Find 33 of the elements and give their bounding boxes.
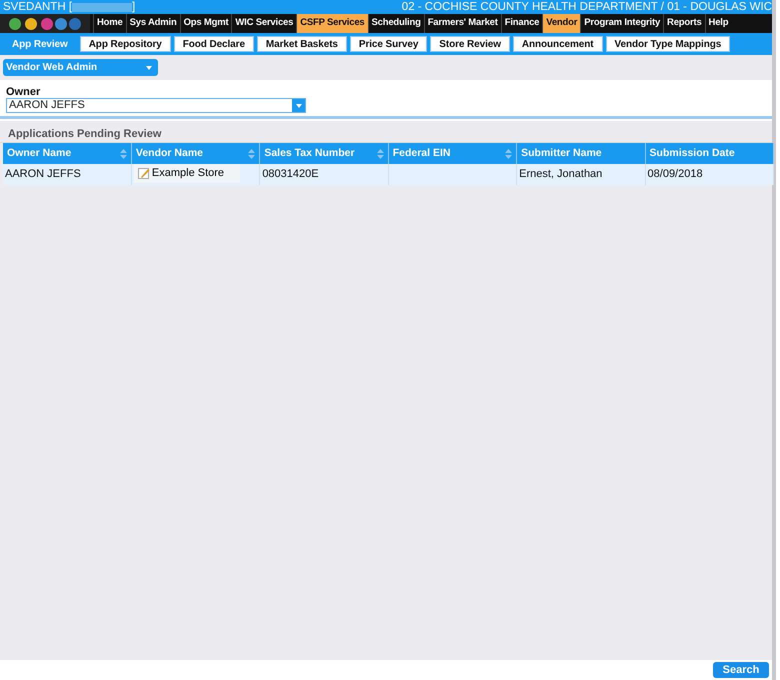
table-cell: Ernest, Jonathan [516, 164, 646, 185]
tab[interactable]: App Repository [80, 36, 171, 52]
edit-vendor-button[interactable]: Example Store [134, 164, 240, 183]
table-cell: 08031420E [260, 164, 388, 185]
tab[interactable]: Price Survey [350, 36, 428, 52]
sort-icon[interactable] [248, 148, 256, 158]
menu-item[interactable]: CSFP Services [296, 14, 368, 33]
bracket-text: ] [132, 0, 136, 14]
menu-item[interactable]: Program Integrity [580, 14, 664, 33]
sort-icon[interactable] [120, 148, 127, 158]
menu-item[interactable]: Vendor [542, 14, 580, 33]
sort-icon[interactable] [376, 148, 384, 158]
caret-icon [146, 66, 152, 70]
table-cell: 08/09/2018 [645, 164, 774, 185]
logo-icon [0, 14, 90, 33]
tab[interactable]: Market Baskets [256, 36, 347, 52]
caret-icon [292, 99, 305, 112]
agency-name: 02 - COCHISE COUNTY HEALTH DEPARTMENT / 01 - DOUGLAS WIC [402, 0, 772, 14]
table-cell: AARON JEFFS [3, 164, 132, 185]
tab[interactable]: Food Declare [174, 36, 254, 52]
owner-dropdown[interactable]: AARON JEFFS [6, 98, 306, 113]
sort-icon[interactable] [505, 148, 512, 158]
user-name: SVEDANTH [ [3, 0, 72, 14]
owner-label: Owner [6, 86, 42, 98]
menu-item[interactable]: Finance [500, 14, 542, 33]
tab[interactable]: Announcement [512, 36, 602, 52]
redacted-text [72, 2, 132, 12]
menu-item[interactable]: Ops Mgmt [180, 14, 232, 33]
tab[interactable]: Store Review [430, 36, 510, 52]
tab[interactable]: Vendor Type Mappings [606, 36, 730, 52]
pencil-icon [138, 167, 150, 180]
menu-item[interactable]: Farmers' Market [424, 14, 501, 33]
menu-item[interactable]: Help [704, 14, 732, 33]
